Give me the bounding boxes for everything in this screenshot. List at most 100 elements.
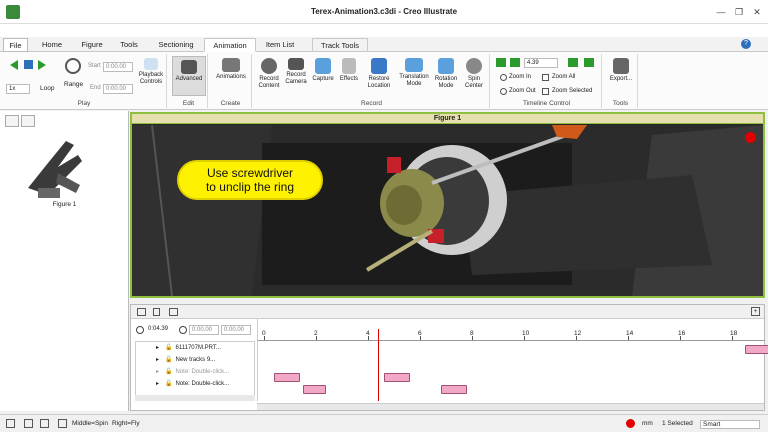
view-list-icon[interactable]: [40, 419, 49, 428]
animation-keyframe-bar[interactable]: [274, 373, 301, 382]
current-time-input[interactable]: 0:04.39: [146, 325, 174, 335]
lock-icon[interactable]: 🔓: [165, 357, 172, 363]
timeline-end-input[interactable]: 0:00.00: [221, 325, 251, 335]
timeline-start-input[interactable]: 0:00.00: [189, 325, 219, 335]
zoom-selected-label[interactable]: Zoom Selected: [552, 88, 592, 94]
zoom-in-icon[interactable]: [500, 74, 507, 81]
export-button[interactable]: Export...: [606, 58, 636, 83]
time-input[interactable]: 4.39: [524, 58, 558, 68]
track-list-scrollbar[interactable]: [135, 395, 255, 401]
track-row-0[interactable]: ▸ 🔓 6111707M.PRT...: [156, 344, 221, 351]
app-logo-icon: [6, 5, 20, 19]
view-normal-icon[interactable]: [6, 419, 15, 428]
restore-location-label: Restore Location: [367, 76, 391, 89]
callout-text: Use screwdriver to unclip the ring: [205, 166, 295, 194]
go-start-icon[interactable]: [496, 58, 506, 67]
track-label: Note: Double-click...: [175, 381, 230, 387]
track-row-1[interactable]: ▸ 🔓 New tracks 9...: [156, 356, 215, 363]
figure-viewport[interactable]: Figure 1 Use screwdriver to unclip the r…: [130, 112, 765, 298]
rotation-mode-label: Rotation Mode: [434, 76, 458, 89]
record-content-label: Record Content: [258, 76, 280, 89]
animation-keyframe-bar[interactable]: [440, 385, 467, 394]
loop-label[interactable]: Loop: [40, 85, 54, 92]
view-full-icon[interactable]: [58, 419, 67, 428]
minimize-icon[interactable]: —: [714, 5, 728, 19]
end-time-input[interactable]: 0:00.00: [103, 84, 133, 94]
effects-button[interactable]: Effects: [336, 58, 362, 83]
range-label[interactable]: Range: [64, 81, 83, 88]
timeline-playhead[interactable]: [378, 329, 380, 401]
advanced-button[interactable]: Advanced: [172, 56, 206, 96]
play-forward-icon[interactable]: [38, 60, 46, 70]
units-label[interactable]: mm: [642, 420, 653, 427]
zoom-out-label[interactable]: Zoom Out: [509, 88, 536, 94]
timeline-ruler[interactable]: 0 2 4 6 8 10 12 14 16 18: [258, 329, 765, 341]
restore-location-button[interactable]: Restore Location: [362, 58, 396, 90]
animation-keyframe-bar[interactable]: [303, 385, 327, 394]
track-row-2[interactable]: ▸ 🔓 Note: Double-click...: [156, 368, 229, 375]
translation-mode-button[interactable]: Translation Mode: [398, 58, 430, 88]
figures-pane-tab[interactable]: [5, 115, 19, 127]
tab-sectioning[interactable]: Sectioning: [150, 38, 202, 52]
spin-center-button[interactable]: Spin Center: [460, 58, 488, 90]
zoom-all-label[interactable]: Zoom All: [552, 74, 575, 80]
lock-icon[interactable]: 🔓: [165, 381, 172, 387]
play-back-icon[interactable]: [10, 60, 18, 70]
capture-button[interactable]: Capture: [310, 58, 336, 83]
go-end-icon[interactable]: [584, 58, 594, 67]
items-pane-tab[interactable]: [21, 115, 35, 127]
view-split-icon[interactable]: [24, 419, 33, 428]
animations-button[interactable]: Animations: [212, 58, 250, 81]
zoom-all-icon[interactable]: [542, 74, 549, 81]
timeline-list-icon[interactable]: [137, 308, 146, 316]
track-row-3[interactable]: ▸ 🔓 Note: Double-click...: [156, 380, 230, 387]
step-back-icon[interactable]: [510, 58, 520, 67]
animation-keyframe-bar[interactable]: [383, 373, 410, 382]
title-bar: Terex-Animation3.c3di - Creo Illustrate …: [0, 0, 768, 35]
group-tools-label: Tools: [612, 100, 629, 107]
timeline-tracks-area[interactable]: 0 2 4 6 8 10 12 14 16 18: [257, 319, 768, 401]
tab-figure[interactable]: Figure: [74, 38, 110, 52]
quick-access-toolbar: [0, 24, 768, 37]
speed-select[interactable]: 1x: [6, 84, 30, 94]
expand-icon[interactable]: ▸: [156, 369, 159, 375]
selection-count: 1 Selected: [662, 420, 693, 427]
start-time-input[interactable]: 0:00.00: [103, 62, 133, 72]
close-icon[interactable]: ✕: [750, 5, 764, 19]
record-content-button[interactable]: Record Content: [256, 58, 282, 90]
expand-icon[interactable]: ▸: [156, 345, 159, 351]
timeline-page-icon[interactable]: [153, 308, 160, 316]
rotation-mode-button[interactable]: Rotation Mode: [432, 58, 460, 90]
lock-icon[interactable]: 🔓: [165, 345, 172, 351]
figure-thumbnail[interactable]: [18, 133, 98, 209]
animation-keyframe-bar[interactable]: [745, 345, 768, 354]
ribbon-tabs: File Home Figure Tools Sectioning Animat…: [0, 37, 768, 52]
timeline-scrollbar[interactable]: [257, 403, 764, 410]
tab-item-list[interactable]: Item List: [258, 38, 302, 52]
tab-tools[interactable]: Tools: [112, 38, 146, 52]
help-icon[interactable]: ?: [741, 39, 751, 49]
stopwatch-icon[interactable]: [65, 58, 81, 74]
spin-center-label: Spin Center: [464, 76, 483, 89]
timeline-grid-icon[interactable]: [169, 308, 178, 316]
group-play: 1x Loop Range Start 0:00.00 End 0:00.00 …: [2, 54, 167, 108]
zoom-selected-icon[interactable]: [542, 88, 549, 95]
timeline-close-icon[interactable]: +: [751, 307, 760, 316]
group-create-label: Create: [220, 100, 241, 107]
zoom-out-icon[interactable]: [500, 88, 507, 95]
tab-track-tools[interactable]: Track Tools: [312, 38, 368, 52]
end-label: End: [90, 85, 101, 91]
selection-mode[interactable]: Smart: [700, 420, 760, 429]
record-camera-button[interactable]: Record Camera: [282, 58, 310, 86]
step-forward-icon[interactable]: [568, 58, 578, 67]
expand-icon[interactable]: ▸: [156, 381, 159, 387]
lock-icon[interactable]: 🔓: [165, 369, 172, 375]
tab-home[interactable]: Home: [34, 38, 70, 52]
tab-animation[interactable]: Animation: [204, 38, 256, 52]
maximize-icon[interactable]: ❐: [732, 5, 746, 19]
expand-icon[interactable]: ▸: [156, 357, 159, 363]
zoom-in-label[interactable]: Zoom In: [509, 74, 531, 80]
stop-icon[interactable]: [24, 60, 33, 69]
playback-controls-button[interactable]: Playback Controls: [136, 58, 166, 86]
tab-file[interactable]: File: [3, 38, 28, 52]
